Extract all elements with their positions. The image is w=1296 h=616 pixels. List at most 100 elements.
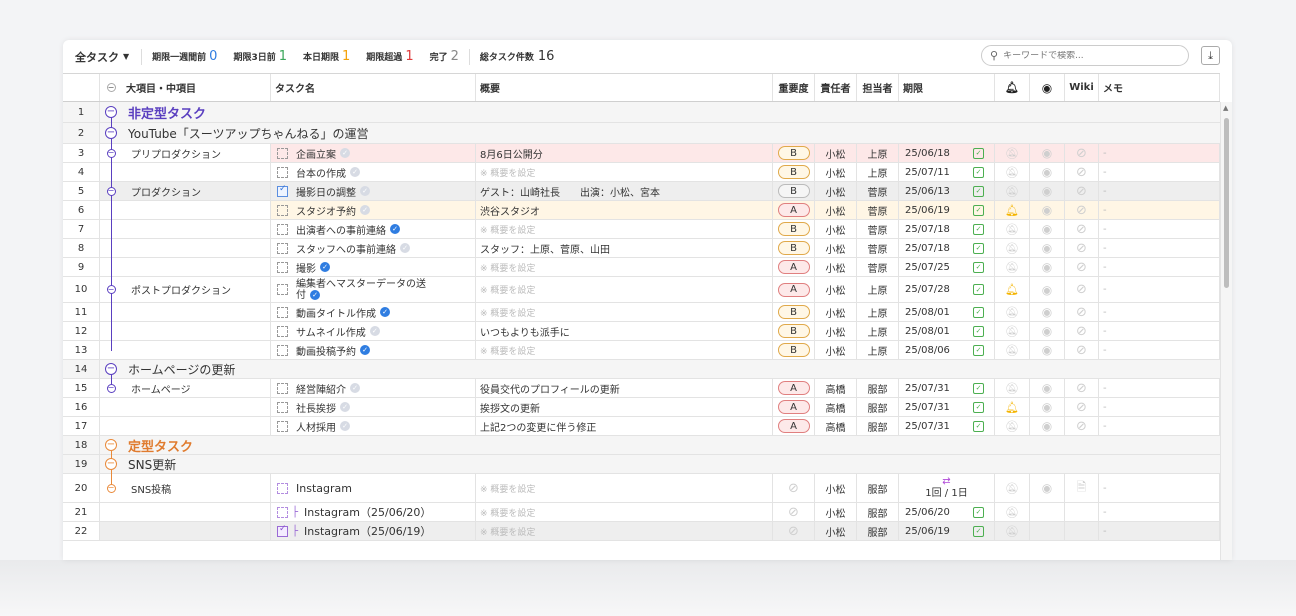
importance-badge[interactable]: B [777,324,810,338]
eye-icon[interactable]: ◉ [1042,481,1052,495]
visibility-cell[interactable]: ◉ [1030,144,1065,162]
importance-cell[interactable]: B [773,144,815,162]
owner-cell[interactable]: 高橋 [815,417,857,435]
task-cell[interactable]: Instagram [271,474,476,502]
search-input[interactable] [1003,50,1174,61]
checkbox[interactable] [277,184,288,197]
summary-placeholder[interactable]: ※ 概要を設定 [480,223,535,236]
task-cell[interactable]: 撮影日の調整 ✓ [271,182,476,200]
task-row[interactable]: 6 スタジオ予約 ✓ 渋谷スタジオ A 小松 菅原 25/06/19 ✓ 🔔︎ ◉ … [63,201,1220,220]
due-cell[interactable]: 25/07/31 ✓ [899,379,995,397]
summary-cell[interactable]: ゲスト：山崎社長 出演：小松、宮本 [476,182,773,200]
no-entry-icon[interactable]: ⊘ [1076,222,1087,237]
bell-off-icon[interactable]: 🔕︎ [1005,325,1019,338]
notification-cell[interactable]: 🔕︎ [995,417,1030,435]
notification-cell[interactable]: 🔕︎ [995,503,1030,521]
bell-off-icon[interactable]: 🔕︎ [1005,147,1019,160]
memo-cell[interactable]: - [1099,144,1220,162]
task-cell[interactable]: スタジオ予約 ✓ [271,201,476,219]
calendar-check-icon[interactable]: ✓ [973,204,984,216]
task-summary[interactable]: 渋谷スタジオ [480,203,540,218]
owner-cell[interactable]: 小松 [815,239,857,257]
notification-cell[interactable]: 🔕︎ [995,239,1030,257]
no-entry-icon[interactable]: ⊘ [1076,324,1087,339]
eye-icon[interactable]: ◉ [1042,419,1052,433]
no-entry-icon[interactable]: ⊘ [1076,184,1087,199]
notification-cell[interactable]: 🔕︎ [995,474,1030,502]
visibility-cell[interactable]: ◉ [1030,277,1065,302]
assignee-cell[interactable]: 上原 [857,303,899,321]
visibility-cell[interactable]: ◉ [1030,379,1065,397]
task-cell[interactable]: 編集者へマスターデータの送付 ✓ [271,277,476,302]
task-row[interactable]: 17 人材採用 ✓ 上記2つの変更に伴う修正 A 高橋 服部 25/07/31 ✓ … [63,417,1220,436]
notification-cell[interactable]: 🔕︎ [995,220,1030,238]
wiki-cell[interactable]: ⊘ [1065,398,1099,416]
task-summary[interactable]: いつもよりも派手に [480,324,570,339]
checkbox[interactable] [277,204,288,216]
calendar-check-icon[interactable]: ✓ [973,344,984,356]
task-name[interactable]: 撮影日の調整 [296,184,356,199]
subgroup-header-row[interactable]: 14 − ホームページの更新 [63,360,1220,379]
owner-cell[interactable]: 小松 [815,144,857,162]
calendar-check-icon[interactable]: ✓ [973,185,984,197]
calendar-check-icon[interactable]: ✓ [973,382,984,394]
due-cell[interactable]: 25/07/18 ✓ [899,220,995,238]
task-cell[interactable]: ├ Instagram（25/06/19） [271,522,476,540]
visibility-cell[interactable] [1030,522,1065,540]
wiki-cell[interactable]: ⊘ [1065,303,1099,321]
task-summary[interactable]: 役員交代のプロフィールの更新 [480,381,620,396]
document-icon[interactable]: 🗎︎ [1077,478,1087,499]
task-cell[interactable]: 台本の作成 ✓ [271,163,476,181]
visibility-cell[interactable]: ◉ [1030,474,1065,502]
checkbox[interactable] [277,506,288,518]
summary-cell[interactable]: ※ 概要を設定 [476,503,773,521]
task-name[interactable]: Instagram（25/06/19） [304,523,431,539]
summary-placeholder[interactable]: ※ 概要を設定 [480,166,535,179]
due-date[interactable]: 25/07/18 [905,243,950,254]
status-counter[interactable]: 本日期限 1 [303,49,350,64]
download-button[interactable]: ⤓ [1201,46,1220,65]
summary-cell[interactable]: 渋谷スタジオ [476,201,773,219]
calendar-check-icon[interactable]: ✓ [973,147,984,159]
task-row[interactable]: 3 − プリプロダクション 企画立案 ✓ 8月6日公開分 B 小松 上原 25/0… [63,144,1220,163]
checkbox[interactable] [277,223,288,235]
due-date[interactable]: 25/06/19 [905,526,950,537]
due-cell[interactable]: 25/06/18 ✓ [899,144,995,162]
summary-cell[interactable]: 役員交代のプロフィールの更新 [476,379,773,397]
task-row[interactable]: 21 ├ Instagram（25/06/20） ※ 概要を設定 ⊘ 小松 服部 … [63,503,1220,522]
task-row[interactable]: 11 動画タイトル作成 ✓ ※ 概要を設定 B 小松 上原 25/08/01 ✓ 🔕… [63,303,1220,322]
no-entry-icon[interactable]: ⊘ [1076,282,1087,297]
no-entry-icon[interactable]: ⊘ [1076,381,1087,396]
summary-cell[interactable]: ※ 概要を設定 [476,474,773,502]
importance-badge[interactable]: B [777,305,810,319]
bell-off-icon[interactable]: 🔕︎ [1005,344,1019,357]
task-name[interactable]: 動画タイトル作成 [296,305,376,320]
memo-cell[interactable]: - [1099,277,1220,302]
eye-icon[interactable]: ◉ [1042,260,1052,274]
task-name[interactable]: Instagram（25/06/20） [304,504,431,520]
task-name[interactable]: 編集者へマスターデータの送 [296,279,426,290]
checkbox[interactable] [277,242,288,254]
due-date[interactable]: 25/06/18 [905,148,950,159]
importance-badge[interactable]: B [777,165,810,179]
bell-off-icon[interactable]: 🔕︎ [1005,506,1019,519]
assignee-cell[interactable]: 菅原 [857,182,899,200]
calendar-check-icon[interactable]: ✓ [973,284,984,295]
no-entry-icon[interactable]: ⊘ [1076,419,1087,434]
summary-placeholder[interactable]: ※ 概要を設定 [480,283,535,296]
assignee-cell[interactable]: 上原 [857,144,899,162]
assignee-cell[interactable]: 上原 [857,341,899,359]
memo-cell[interactable]: - [1099,341,1220,359]
memo-cell[interactable]: - [1099,322,1220,340]
importance-cell[interactable]: B [773,239,815,257]
checkbox[interactable] [277,344,288,356]
eye-icon[interactable]: ◉ [1042,305,1052,319]
checkbox[interactable] [277,147,288,159]
due-cell[interactable]: 25/07/18 ✓ [899,239,995,257]
assignee-cell[interactable]: 上原 [857,277,899,302]
task-row[interactable]: 9 撮影 ✓ ※ 概要を設定 A 小松 菅原 25/07/25 ✓ 🔕︎ ◉ ⊘ - [63,258,1220,277]
due-date[interactable]: 25/08/06 [905,345,950,356]
due-cell[interactable]: 25/07/11 ✓ [899,163,995,181]
memo-cell[interactable]: - [1099,258,1220,276]
task-summary[interactable]: 上記2つの変更に伴う修正 [480,419,596,434]
